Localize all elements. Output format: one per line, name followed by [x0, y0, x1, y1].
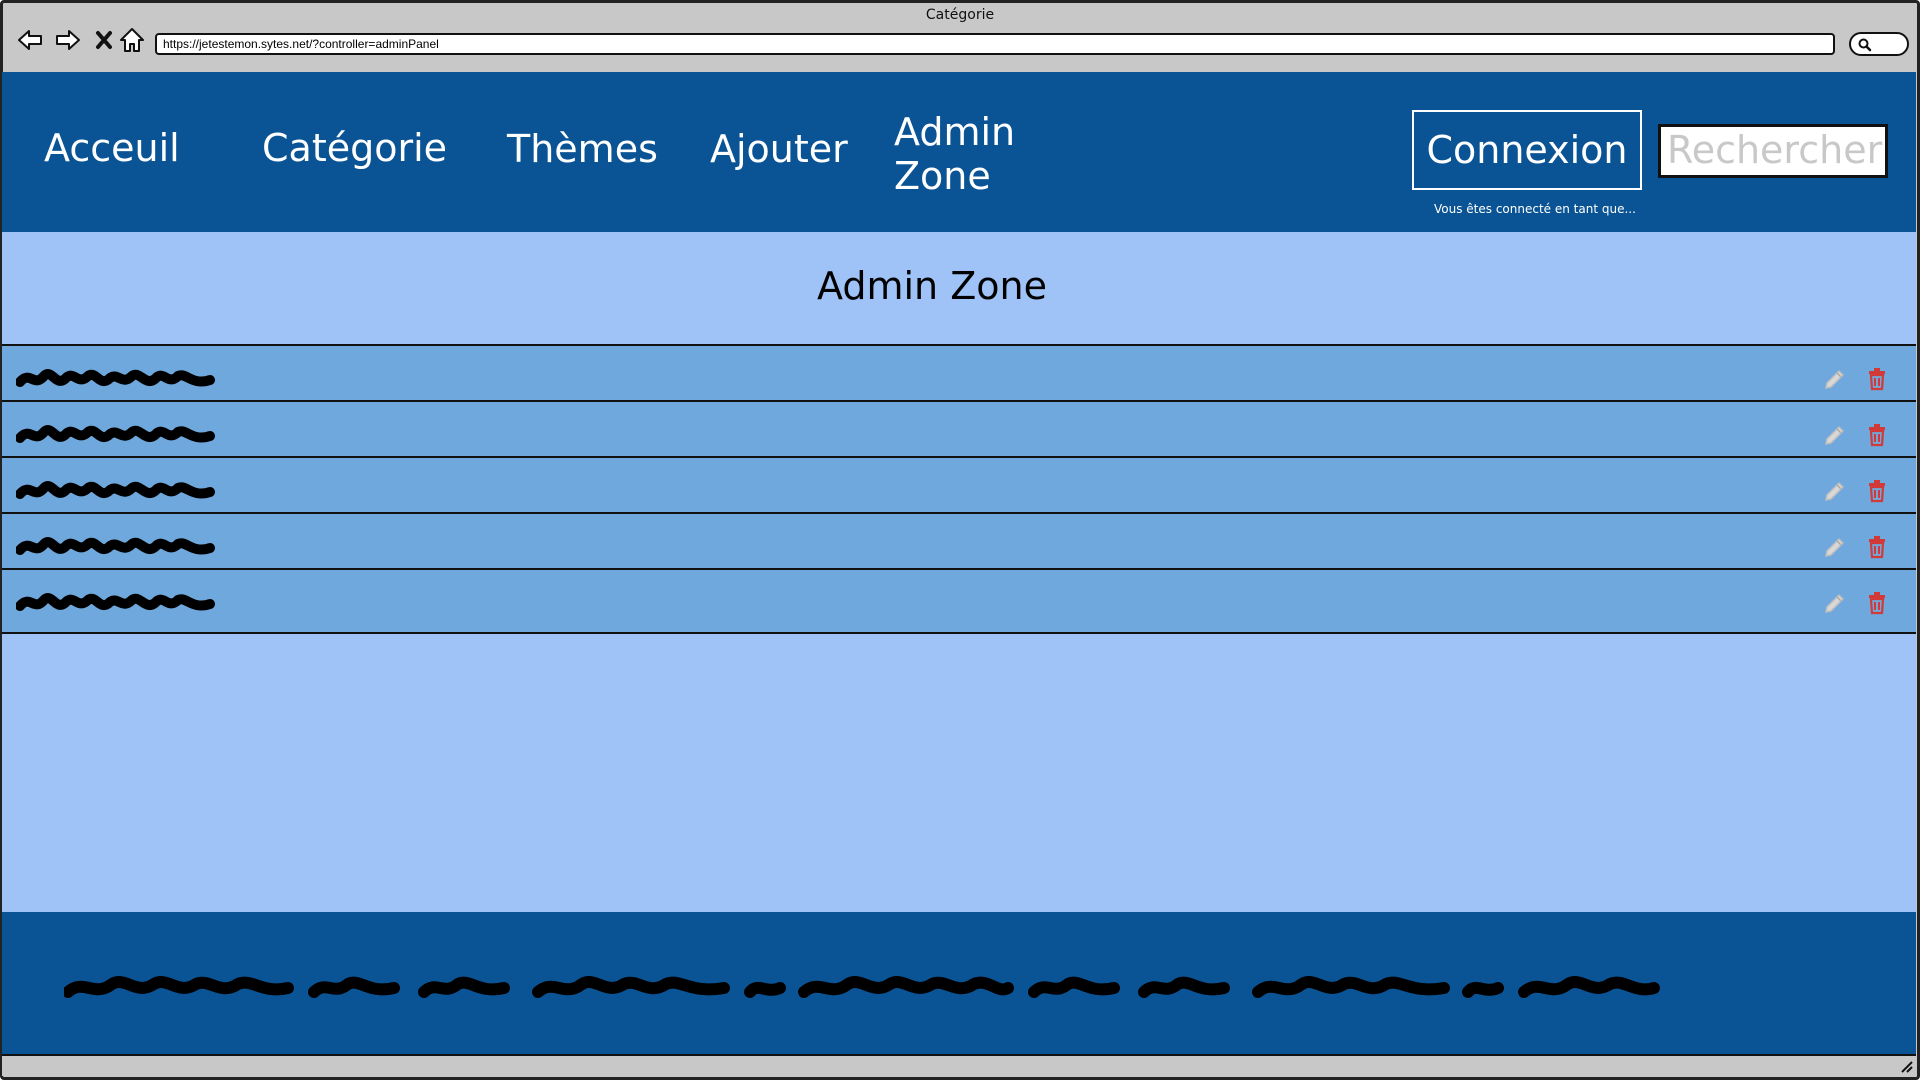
row-label-scribble	[16, 537, 215, 555]
page-title: Admin Zone	[817, 264, 1047, 308]
browser-search-field[interactable]	[1849, 32, 1909, 56]
pencil-icon[interactable]	[1822, 366, 1848, 392]
window-title: Catégorie	[925, 7, 995, 23]
address-bar[interactable]: https://jetestemon.sytes.net/?controller…	[155, 33, 1835, 55]
pencil-icon[interactable]	[1822, 478, 1848, 504]
trash-icon[interactable]	[1864, 478, 1890, 504]
pencil-icon[interactable]	[1822, 422, 1848, 448]
nav-item-categorie[interactable]: Catégorie	[262, 126, 447, 170]
nav-item-admin-zone-line2: Zone	[894, 154, 991, 198]
browser-status-bar	[2, 1054, 1916, 1076]
site-header: Acceuil Catégorie Thèmes Ajouter Admin Z…	[2, 72, 1916, 232]
home-icon[interactable]	[117, 25, 147, 55]
row-label-scribble	[16, 481, 215, 499]
nav-item-themes[interactable]: Thèmes	[507, 127, 658, 171]
nav-item-acceuil[interactable]: Acceuil	[44, 126, 180, 170]
connected-status-text: Vous êtes connecté en tant que...	[1434, 202, 1636, 216]
row-label-scribble	[16, 369, 215, 387]
search-icon	[1858, 38, 1872, 52]
back-arrow-icon[interactable]	[15, 25, 45, 55]
list-item[interactable]	[2, 568, 1916, 634]
nav-item-admin-zone-line1: Admin	[894, 110, 1016, 154]
trash-icon[interactable]	[1864, 366, 1890, 392]
resize-handle-icon[interactable]	[1898, 1058, 1914, 1074]
row-label-scribble	[16, 425, 215, 443]
login-button[interactable]: Connexion	[1412, 110, 1642, 190]
trash-icon[interactable]	[1864, 422, 1890, 448]
nav-item-admin-zone[interactable]: Admin Zone	[894, 110, 1015, 198]
page-viewport: Acceuil Catégorie Thèmes Ajouter Admin Z…	[2, 72, 1916, 1054]
footer-text-scribble	[64, 976, 1660, 998]
trash-icon[interactable]	[1864, 534, 1890, 560]
row-label-scribble	[16, 593, 215, 611]
pencil-icon[interactable]	[1822, 590, 1848, 616]
pencil-icon[interactable]	[1822, 534, 1848, 560]
trash-icon[interactable]	[1864, 590, 1890, 616]
site-footer	[2, 912, 1916, 1054]
close-x-icon[interactable]	[89, 25, 119, 55]
nav-item-ajouter[interactable]: Ajouter	[710, 127, 848, 171]
forward-arrow-icon[interactable]	[53, 25, 83, 55]
site-search-input[interactable]: Rechercher	[1658, 124, 1888, 178]
